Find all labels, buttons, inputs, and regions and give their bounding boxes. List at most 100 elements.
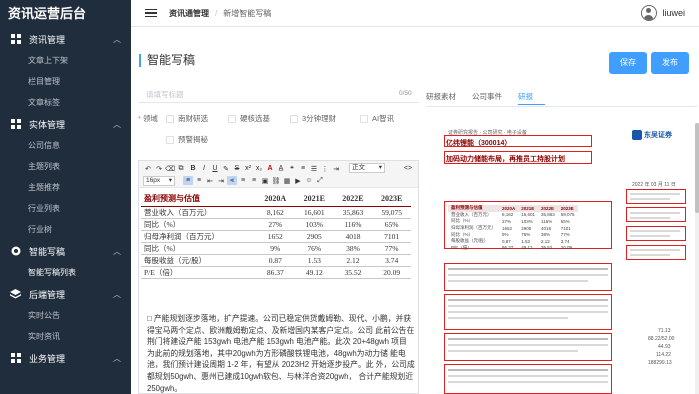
table-header: 2021E [294, 192, 334, 207]
table-cell: 77% [372, 242, 411, 255]
text-align-center-icon[interactable]: ≡ [238, 176, 248, 185]
title-input[interactable]: 请填写标题 [138, 86, 419, 103]
publish-button[interactable]: 发布 [651, 52, 689, 74]
sidebar-item-theme-list[interactable]: 主题列表 [0, 156, 131, 177]
sidebar-item-realtime-announcements[interactable]: 实时公告 [0, 305, 131, 326]
sidebar-item-theme-recommend[interactable]: 主题推荐 [0, 177, 131, 198]
tag-label: * 领域 [138, 114, 158, 123]
menu-backend-management[interactable]: 后端管理 ︿ [0, 283, 131, 305]
clear-format-icon[interactable]: ⌫ [165, 164, 175, 173]
table-row: 营业收入（百万元） 8,162 16,601 35,863 59,075 [141, 206, 411, 219]
market-value: 71.13 [658, 328, 671, 334]
table-header: 2023E [372, 192, 411, 207]
save-button[interactable]: 保存 [609, 52, 647, 74]
market-value: 88.22/52.00 [648, 336, 675, 342]
font-color-icon[interactable]: A [265, 164, 275, 173]
checkbox-icon [360, 114, 368, 123]
redo-icon[interactable]: ↷ [154, 164, 164, 173]
editor-paragraph[interactable]: □ 产能规划逐步落地，扩产提速。公司已稳定供货戴姆勒、现代、小鹏，并获得宝马两个… [147, 313, 415, 393]
underline-icon[interactable]: U [210, 164, 220, 173]
sidebar-item-industry-list[interactable]: 行业列表 [0, 198, 131, 219]
table-row: 每股收益（元/股） 0.87 1.53 2.12 3.74 [141, 254, 411, 267]
fullscreen-icon[interactable]: ⤢ [315, 176, 325, 185]
breadcrumb-item[interactable]: 资讯通管理 [169, 8, 209, 19]
report-preview[interactable]: 证券研究报告 · 公司研究 · 电子设备 亿纬锂能（300014） 加码动力储能… [426, 123, 692, 394]
text-line [448, 350, 578, 352]
link-icon[interactable]: ⛓ [271, 176, 281, 185]
text-line [448, 274, 608, 276]
menu-entity-management[interactable]: 实体管理 ︿ [0, 113, 131, 135]
text-align-right-icon[interactable]: ≡ [249, 176, 259, 185]
sidebar-item-article-shelf[interactable]: 文章上下架 [0, 50, 131, 71]
text-line [630, 249, 680, 251]
ordered-list-icon[interactable]: ≡ [298, 164, 308, 173]
paragraph-style-select[interactable]: 正文 ▾ [349, 163, 385, 173]
subscript-icon[interactable]: x₂ [254, 164, 264, 173]
breadcrumb: 资讯通管理 / 新增智能写稿 [169, 8, 271, 19]
tab-research-material[interactable]: 研报素材 [426, 88, 468, 105]
highlight-icon[interactable]: A̲ [276, 164, 286, 173]
table-cell: 59,075 [372, 206, 411, 219]
table-cell: 35,863 [333, 206, 373, 219]
market-value: 114.22 [656, 352, 671, 358]
indent-decrease-icon[interactable]: ⇤ [205, 176, 215, 185]
list-icon[interactable]: ⋮ [320, 164, 330, 173]
text-line [448, 375, 608, 377]
image-icon[interactable]: ▣ [260, 176, 270, 185]
sidebar-item-company-info[interactable]: 公司信息 [0, 135, 131, 156]
indent-increase-icon[interactable]: ⇥ [216, 176, 226, 185]
tag-checkbox[interactable]: 预警揭秘 [166, 134, 208, 145]
menu-label: 智能写稿 [29, 246, 66, 257]
tab-research-report[interactable]: 研报 [518, 88, 545, 105]
preview-scrollbar[interactable] [695, 123, 699, 394]
hamburger-icon[interactable] [145, 8, 157, 18]
copy-format-icon[interactable]: ⧉ [176, 164, 186, 173]
indent-icon[interactable]: ⇥ [331, 164, 341, 173]
video-icon[interactable]: ▶ [293, 176, 303, 185]
bold-icon[interactable]: B [188, 164, 198, 173]
table-icon[interactable]: ▦ [282, 176, 292, 185]
tag-checkbox[interactable]: 3分钟理财 [290, 113, 336, 124]
text-align-left-icon[interactable]: ⫷ [227, 176, 237, 185]
text-line [448, 317, 568, 319]
source-code-icon[interactable]: <> [403, 164, 413, 173]
menu-smart-writing[interactable]: 智能写稿 ︿ [0, 240, 131, 262]
sidebar-item-smart-writing-list[interactable]: 智能写稿列表 [0, 262, 131, 283]
row-label: 每股收益（元/股） [141, 254, 256, 267]
table-header: 2020A [255, 192, 295, 207]
table-cell: 116% [333, 218, 373, 231]
text-line [448, 369, 608, 371]
align-left-icon[interactable]: ≡ [183, 176, 193, 185]
text-line [630, 235, 670, 237]
tab-company-events[interactable]: 公司事件 [472, 88, 514, 105]
superscript-icon[interactable]: x² [243, 164, 253, 173]
material-tabs: 研报素材 公司事件 研报 [426, 88, 549, 105]
align-justify-icon[interactable]: ≡ [194, 176, 204, 185]
editor-content[interactable]: 盈利预测与估值 2020A 2021E 2022E 2023E 营业收入（百万元… [139, 188, 418, 393]
topbar: 资讯通管理 / 新增智能写稿 liuwei [131, 0, 699, 27]
user-menu[interactable]: liuwei [641, 5, 685, 21]
tag-checkbox[interactable]: 南财研选 [166, 113, 208, 124]
strikethrough-icon[interactable]: S [232, 164, 242, 173]
font-size-select[interactable]: 16px ▾ [143, 176, 175, 186]
menu-news-management[interactable]: 资讯管理 ︿ [0, 28, 131, 50]
unordered-list-icon[interactable]: ☰ [309, 164, 319, 173]
emoji-icon[interactable]: ☺ [304, 176, 314, 185]
sidebar-item-industry-tree[interactable]: 行业树 [0, 219, 131, 240]
italic-icon[interactable]: I [199, 164, 209, 173]
pen-icon[interactable]: ✎ [221, 164, 231, 173]
quote-icon[interactable]: ❝ [287, 164, 297, 173]
highlight-box [626, 207, 686, 222]
editor-toolbar: ↶ ↷ ⌫ ⧉ B I U ✎ S x² x₂ A A̲ ❝ ≡ ☰ ⋮ ⇥ 正… [139, 161, 418, 188]
sidebar-item-columns[interactable]: 栏目管理 [0, 71, 131, 92]
menu-business-management[interactable]: 业务管理 ︿ [0, 347, 131, 369]
tag-checkbox[interactable]: AI智讯 [360, 113, 394, 124]
report-date: 2022 年 03 月 11 日 [632, 182, 676, 188]
undo-icon[interactable]: ↶ [143, 164, 153, 173]
tag-checkbox[interactable]: 硬核选基 [228, 113, 270, 124]
highlight-box [626, 226, 686, 241]
sidebar-item-article-tags[interactable]: 文章标签 [0, 92, 131, 113]
main-content: 智能写稿 保存 发布 请填写标题 0/50 * 领域 南财研选 硬核选基 3分钟理… [131, 27, 699, 394]
rich-text-editor[interactable]: ↶ ↷ ⌫ ⧉ B I U ✎ S x² x₂ A A̲ ❝ ≡ ☰ ⋮ ⇥ 正… [138, 160, 419, 394]
sidebar-item-realtime-news[interactable]: 实时资讯 [0, 326, 131, 347]
